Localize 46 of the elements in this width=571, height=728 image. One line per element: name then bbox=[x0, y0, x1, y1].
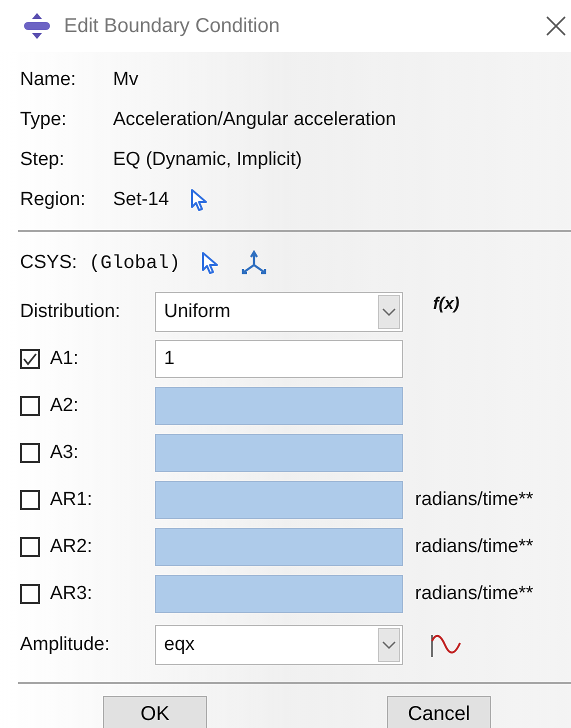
checkbox[interactable] bbox=[20, 584, 40, 604]
amplitude-dropdown[interactable]: eqx bbox=[155, 624, 403, 664]
unit-label: radians/time** bbox=[415, 536, 534, 558]
component-label: AR3: bbox=[50, 582, 92, 604]
pointer-icon[interactable] bbox=[188, 188, 209, 212]
component-label: AR2: bbox=[50, 536, 92, 558]
distribution-label: Distribution: bbox=[20, 300, 122, 322]
unit-label: radians/time** bbox=[415, 582, 534, 604]
unit-label: radians/time** bbox=[415, 488, 534, 510]
chevron-icon bbox=[382, 306, 396, 316]
component-label: AR1: bbox=[50, 488, 92, 510]
app-icon bbox=[22, 11, 52, 41]
axes-icon[interactable] bbox=[240, 250, 268, 276]
function-button[interactable]: f(x) bbox=[433, 294, 460, 314]
field-value: EQ (Dynamic, Implicit) bbox=[113, 149, 302, 171]
checkbox[interactable] bbox=[20, 490, 40, 510]
field-label: Name: bbox=[20, 69, 77, 91]
chevron-icon bbox=[382, 640, 396, 650]
field-value: Set-14 bbox=[113, 189, 169, 211]
dialog-button[interactable]: Cancel bbox=[387, 696, 491, 728]
component-label: A2: bbox=[50, 394, 79, 416]
field-label: Step: bbox=[20, 149, 66, 171]
checkbox[interactable] bbox=[20, 348, 40, 368]
input-field[interactable] bbox=[155, 386, 403, 424]
field-value: Mv bbox=[113, 69, 138, 91]
csys-label: CSYS: bbox=[20, 252, 78, 274]
dialog-button[interactable]: OK bbox=[103, 696, 207, 728]
input-field[interactable] bbox=[155, 480, 403, 518]
distribution-dropdown[interactable]: Uniform bbox=[155, 292, 403, 332]
checkbox[interactable] bbox=[20, 396, 40, 416]
input-field[interactable]: 1 bbox=[155, 340, 403, 378]
csys-value: (Global) bbox=[89, 252, 180, 274]
window-title: Edit Boundary Condition bbox=[64, 14, 281, 38]
field-label: Region: bbox=[20, 189, 86, 211]
pointer-icon[interactable] bbox=[200, 251, 220, 275]
input-field[interactable] bbox=[155, 574, 403, 612]
checkbox[interactable] bbox=[20, 442, 40, 462]
amplitude-label: Amplitude: bbox=[20, 634, 111, 656]
checkbox[interactable] bbox=[20, 536, 40, 556]
component-label: A1: bbox=[50, 348, 79, 370]
input-field[interactable] bbox=[155, 434, 403, 472]
field-label: Type: bbox=[20, 109, 68, 131]
component-label: A3: bbox=[50, 442, 79, 464]
field-value: Acceleration/Angular acceleration bbox=[113, 109, 396, 131]
close-icon[interactable] bbox=[545, 15, 567, 37]
input-field[interactable] bbox=[155, 528, 403, 566]
